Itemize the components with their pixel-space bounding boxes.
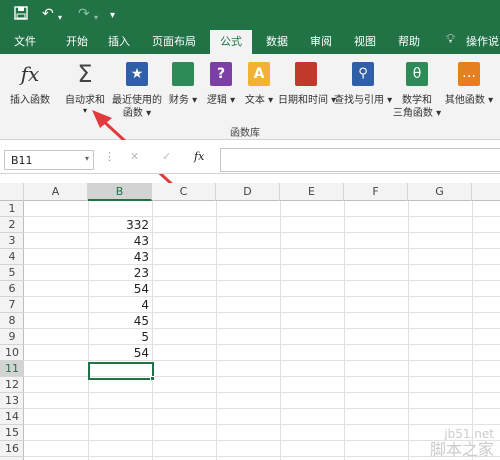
row-header[interactable]: 16 <box>0 441 24 457</box>
row-header[interactable]: 7 <box>0 297 24 313</box>
row-header[interactable]: 12 <box>0 377 24 393</box>
insert-function-icon[interactable]: fx <box>194 150 204 163</box>
row-header[interactable]: 10 <box>0 345 24 361</box>
column-header-a[interactable]: A <box>24 183 88 201</box>
row-header[interactable]: 3 <box>0 233 24 249</box>
cell-b10[interactable]: 54 <box>88 345 152 361</box>
row-header[interactable]: 14 <box>0 409 24 425</box>
formula-bar-divider-icon: ⋮ <box>104 150 115 163</box>
row-header[interactable]: 5 <box>0 265 24 281</box>
select-all-corner[interactable] <box>0 183 24 201</box>
name-box[interactable]: B11 ▾ <box>4 150 94 170</box>
row-header-bar: 1 2 3 4 5 6 7 8 9 10 11 12 13 14 15 16 <box>0 201 24 460</box>
column-header-c[interactable]: C <box>152 183 216 201</box>
column-header-bar: A B C D E F G <box>0 183 500 201</box>
name-box-dropdown-icon[interactable]: ▾ <box>85 154 89 163</box>
formula-bar: B11 ▾ ⋮ ✕ ✓ fx <box>0 140 500 174</box>
row-header[interactable]: 1 <box>0 201 24 217</box>
cell-b2[interactable]: 332 <box>88 217 152 233</box>
cell-b4[interactable]: 43 <box>88 249 152 265</box>
row-header[interactable]: 11 <box>0 361 24 377</box>
row-header[interactable]: 9 <box>0 329 24 345</box>
row-header[interactable]: 13 <box>0 393 24 409</box>
row-header[interactable]: 4 <box>0 249 24 265</box>
column-header-d[interactable]: D <box>216 183 280 201</box>
confirm-icon[interactable]: ✓ <box>162 150 171 163</box>
cell-b9[interactable]: 5 <box>88 329 152 345</box>
fill-handle[interactable] <box>150 376 155 381</box>
cancel-icon[interactable]: ✕ <box>130 150 139 163</box>
cell-b5[interactable]: 23 <box>88 265 152 281</box>
watermark: jb51.net 脚本之家 <box>429 427 494 459</box>
row-header[interactable]: 8 <box>0 313 24 329</box>
cell-b6[interactable]: 54 <box>88 281 152 297</box>
column-header-b[interactable]: B <box>88 183 152 201</box>
worksheet-grid[interactable]: 332 43 43 23 54 4 45 5 54 <box>24 201 500 460</box>
formula-input[interactable] <box>220 148 500 172</box>
cell-b8[interactable]: 45 <box>88 313 152 329</box>
column-header-e[interactable]: E <box>280 183 344 201</box>
cell-b3[interactable]: 43 <box>88 233 152 249</box>
column-header-g[interactable]: G <box>408 183 472 201</box>
row-header[interactable]: 15 <box>0 425 24 441</box>
selected-cell-b11[interactable] <box>88 362 154 380</box>
row-header[interactable]: 2 <box>0 217 24 233</box>
row-header[interactable]: 6 <box>0 281 24 297</box>
column-header-f[interactable]: F <box>344 183 408 201</box>
cell-b7[interactable]: 4 <box>88 297 152 313</box>
